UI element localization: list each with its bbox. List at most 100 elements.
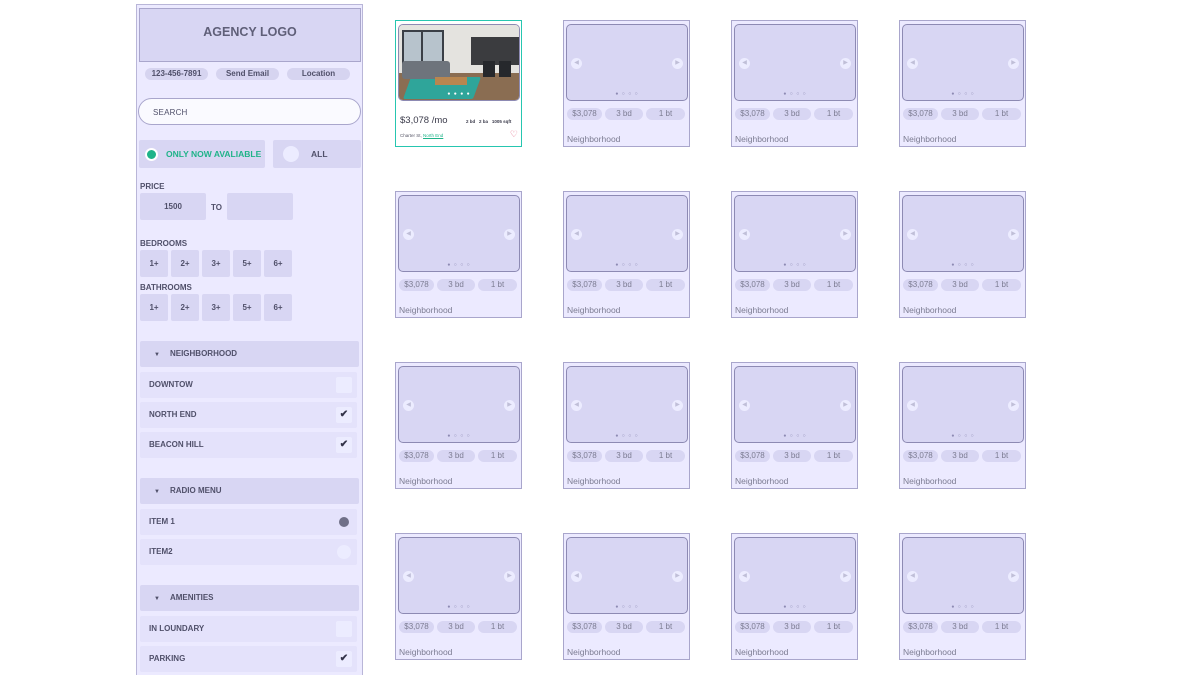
- listing-card[interactable]: ◀ ▶ ● ○ ○ ○ $3,078 3 bd 1 bt Neighborhoo…: [395, 191, 522, 318]
- location-button[interactable]: Location: [287, 68, 350, 80]
- neighborhood-item-beacon-hill[interactable]: BEACON HILL ✔: [140, 432, 357, 458]
- amenity-item-label: PARKING: [149, 654, 186, 663]
- chevron-right-icon[interactable]: ▶: [672, 571, 683, 582]
- listing-photo-placeholder[interactable]: ◀ ▶ ● ○ ○ ○: [398, 366, 520, 443]
- listing-card-featured[interactable]: ● ● ● ● $3,078 /mo 2 bd 2 ba 1005 sqft C…: [395, 20, 522, 147]
- listing-card[interactable]: ◀ ▶ ● ○ ○ ○ $3,078 3 bd 1 bt Neighborhoo…: [563, 362, 690, 489]
- listing-photo-placeholder[interactable]: ◀ ▶ ● ○ ○ ○: [902, 537, 1024, 614]
- chevron-left-icon[interactable]: ◀: [907, 400, 918, 411]
- heart-icon[interactable]: ♡: [510, 129, 518, 140]
- chevron-left-icon[interactable]: ◀: [571, 571, 582, 582]
- chevron-left-icon[interactable]: ◀: [403, 571, 414, 582]
- checkmark-icon[interactable]: ✔: [336, 437, 352, 453]
- chevron-left-icon[interactable]: ◀: [907, 58, 918, 69]
- neighborhood-item-north-end[interactable]: NORTH END ✔: [140, 402, 357, 428]
- checkmark-icon[interactable]: ✔: [336, 651, 352, 667]
- radio-item-1[interactable]: ITEM 1: [140, 509, 357, 535]
- amenity-item-in-loundary[interactable]: IN LOUNDARY: [140, 616, 357, 642]
- chevron-left-icon[interactable]: ◀: [907, 229, 918, 240]
- chevron-left-icon[interactable]: ◀: [739, 571, 750, 582]
- price-max-input[interactable]: [227, 193, 293, 220]
- listing-photo-placeholder[interactable]: ◀ ▶ ● ○ ○ ○: [566, 195, 688, 272]
- search-input[interactable]: SEARCH: [138, 98, 361, 125]
- checkmark-icon[interactable]: ✔: [336, 407, 352, 423]
- radio-unselected-icon[interactable]: [337, 545, 351, 559]
- chevron-right-icon[interactable]: ▶: [1008, 400, 1019, 411]
- chevron-left-icon[interactable]: ◀: [739, 400, 750, 411]
- chevron-right-icon[interactable]: ▶: [504, 400, 515, 411]
- chevron-right-icon[interactable]: ▶: [672, 229, 683, 240]
- listing-card[interactable]: ◀ ▶ ● ○ ○ ○ $3,078 3 bd 1 bt Neighborhoo…: [563, 191, 690, 318]
- chevron-right-icon[interactable]: ▶: [1008, 58, 1019, 69]
- only-now-available-toggle[interactable]: ONLY NOW AVALIABLE: [139, 140, 265, 168]
- price-min-input[interactable]: 1500: [140, 193, 206, 220]
- chevron-left-icon[interactable]: ◀: [739, 58, 750, 69]
- chevron-right-icon[interactable]: ▶: [1008, 571, 1019, 582]
- chevron-left-icon[interactable]: ◀: [571, 58, 582, 69]
- bathrooms-option[interactable]: 3+: [202, 294, 230, 321]
- chevron-right-icon[interactable]: ▶: [504, 571, 515, 582]
- listing-card[interactable]: ◀ ▶ ● ○ ○ ○ $3,078 3 bd 1 bt Neighborhoo…: [563, 20, 690, 147]
- chevron-left-icon[interactable]: ◀: [403, 229, 414, 240]
- radio-selected-icon[interactable]: [339, 517, 349, 527]
- listing-photo-placeholder[interactable]: ◀ ▶ ● ○ ○ ○: [566, 366, 688, 443]
- listing-photo-placeholder[interactable]: ◀ ▶ ● ○ ○ ○: [566, 537, 688, 614]
- listing-card[interactable]: ◀ ▶ ● ○ ○ ○ $3,078 3 bd 1 bt Neighborhoo…: [395, 362, 522, 489]
- listing-card[interactable]: ◀ ▶ ● ○ ○ ○ $3,078 3 bd 1 bt Neighborhoo…: [395, 533, 522, 660]
- listing-card[interactable]: ◀ ▶ ● ○ ○ ○ $3,078 3 bd 1 bt Neighborhoo…: [899, 191, 1026, 318]
- listing-card[interactable]: ◀ ▶ ● ○ ○ ○ $3,078 3 bd 1 bt Neighborhoo…: [731, 20, 858, 147]
- listing-card[interactable]: ◀ ▶ ● ○ ○ ○ $3,078 3 bd 1 bt Neighborhoo…: [899, 362, 1026, 489]
- bathrooms-option[interactable]: 5+: [233, 294, 261, 321]
- listing-photo[interactable]: ● ● ● ●: [398, 24, 520, 101]
- neighborhood-accordion-header[interactable]: ▼ NEIGHBORHOOD: [140, 341, 359, 367]
- chevron-left-icon[interactable]: ◀: [403, 400, 414, 411]
- bathrooms-option[interactable]: 6+: [264, 294, 292, 321]
- chevron-right-icon[interactable]: ▶: [1008, 229, 1019, 240]
- chevron-right-icon[interactable]: ▶: [840, 229, 851, 240]
- all-toggle[interactable]: ALL: [273, 140, 361, 168]
- listing-card[interactable]: ◀ ▶ ● ○ ○ ○ $3,078 3 bd 1 bt Neighborhoo…: [731, 191, 858, 318]
- bedrooms-option[interactable]: 3+: [202, 250, 230, 277]
- bedrooms-option[interactable]: 1+: [140, 250, 168, 277]
- chevron-left-icon[interactable]: ◀: [739, 229, 750, 240]
- listing-photo-placeholder[interactable]: ◀ ▶ ● ○ ○ ○: [734, 366, 856, 443]
- chevron-right-icon[interactable]: ▶: [840, 400, 851, 411]
- chevron-left-icon[interactable]: ◀: [571, 400, 582, 411]
- listing-photo-placeholder[interactable]: ◀ ▶ ● ○ ○ ○: [398, 537, 520, 614]
- listing-photo-placeholder[interactable]: ◀ ▶ ● ○ ○ ○: [902, 366, 1024, 443]
- checkbox-unchecked[interactable]: [336, 377, 352, 393]
- bedrooms-option[interactable]: 6+: [264, 250, 292, 277]
- listing-photo-placeholder[interactable]: ◀ ▶ ● ○ ○ ○: [566, 24, 688, 101]
- chevron-right-icon[interactable]: ▶: [504, 229, 515, 240]
- chevron-right-icon[interactable]: ▶: [840, 571, 851, 582]
- chevron-right-icon[interactable]: ▶: [672, 400, 683, 411]
- bathrooms-option[interactable]: 2+: [171, 294, 199, 321]
- chevron-left-icon[interactable]: ◀: [907, 571, 918, 582]
- listing-photo-placeholder[interactable]: ◀ ▶ ● ○ ○ ○: [902, 195, 1024, 272]
- listing-photo-placeholder[interactable]: ◀ ▶ ● ○ ○ ○: [398, 195, 520, 272]
- listing-photo-placeholder[interactable]: ◀ ▶ ● ○ ○ ○: [734, 195, 856, 272]
- listing-card[interactable]: ◀ ▶ ● ○ ○ ○ $3,078 3 bd 1 bt Neighborhoo…: [731, 362, 858, 489]
- listing-photo-placeholder[interactable]: ◀ ▶ ● ○ ○ ○: [902, 24, 1024, 101]
- neighborhood-link[interactable]: North End: [423, 133, 443, 138]
- chevron-right-icon[interactable]: ▶: [840, 58, 851, 69]
- bedrooms-option[interactable]: 5+: [233, 250, 261, 277]
- send-email-button[interactable]: Send Email: [216, 68, 279, 80]
- listing-card[interactable]: ◀ ▶ ● ○ ○ ○ $3,078 3 bd 1 bt Neighborhoo…: [731, 533, 858, 660]
- phone-button[interactable]: 123-456-7891: [145, 68, 208, 80]
- chevron-left-icon[interactable]: ◀: [571, 229, 582, 240]
- bathrooms-option[interactable]: 1+: [140, 294, 168, 321]
- bedrooms-option[interactable]: 2+: [171, 250, 199, 277]
- checkbox-unchecked[interactable]: [336, 621, 352, 637]
- radio-menu-accordion-header[interactable]: ▼ RADIO MENU: [140, 478, 359, 504]
- amenities-accordion-header[interactable]: ▼ AMENITIES: [140, 585, 359, 611]
- amenity-item-parking[interactable]: PARKING ✔: [140, 646, 357, 672]
- chevron-right-icon[interactable]: ▶: [672, 58, 683, 69]
- radio-item-2[interactable]: ITEM2: [140, 539, 357, 565]
- listing-card[interactable]: ◀ ▶ ● ○ ○ ○ $3,078 3 bd 1 bt Neighborhoo…: [563, 533, 690, 660]
- neighborhood-item-downtow[interactable]: DOWNTOW: [140, 372, 357, 398]
- listing-photo-placeholder[interactable]: ◀ ▶ ● ○ ○ ○: [734, 537, 856, 614]
- listing-card[interactable]: ◀ ▶ ● ○ ○ ○ $3,078 3 bd 1 bt Neighborhoo…: [899, 533, 1026, 660]
- listing-photo-placeholder[interactable]: ◀ ▶ ● ○ ○ ○: [734, 24, 856, 101]
- listing-card[interactable]: ◀ ▶ ● ○ ○ ○ $3,078 3 bd 1 bt Neighborhoo…: [899, 20, 1026, 147]
